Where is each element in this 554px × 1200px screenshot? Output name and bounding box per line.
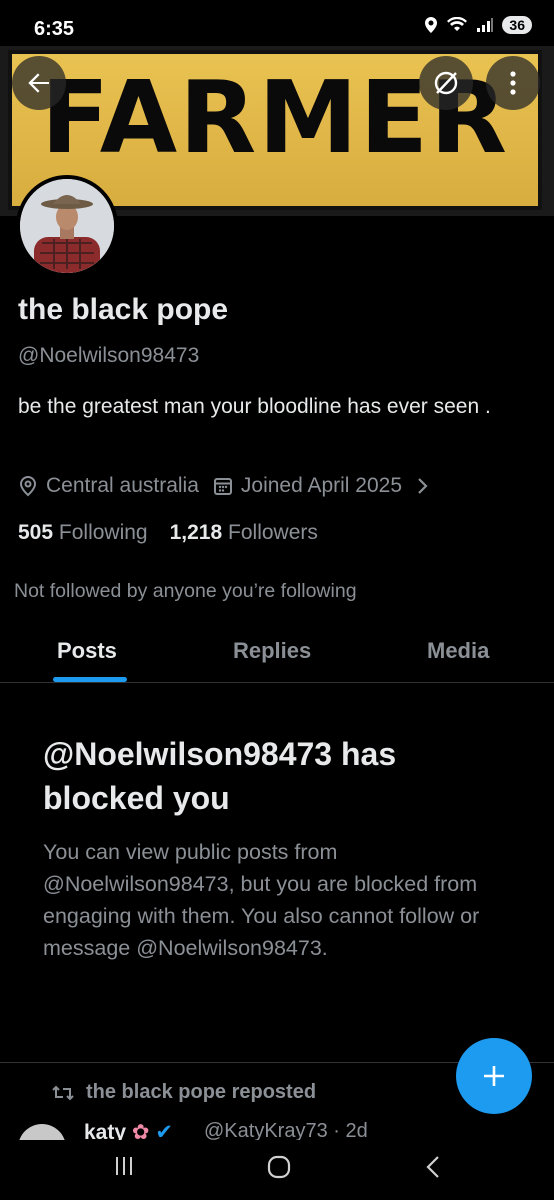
followers-link[interactable]: 1,218 Followers	[170, 521, 318, 545]
back-nav-icon[interactable]	[424, 1154, 442, 1180]
status-bar: 6:35 36	[0, 0, 554, 46]
wifi-icon	[447, 17, 468, 31]
flower-emoji-icon: ✿	[131, 1121, 150, 1140]
profile-handle: @Noelwilson98473	[18, 344, 200, 367]
profile-bio: be the greatest man your bloodline has e…	[18, 395, 491, 418]
tweet-author-name: katy ✿ ✔	[84, 1120, 173, 1140]
back-arrow-icon	[28, 73, 49, 93]
repost-text: the black pope reposted	[86, 1081, 317, 1103]
calendar-icon	[213, 478, 232, 495]
joined-text: Joined April 2025	[240, 474, 403, 497]
following-label: Following	[58, 521, 148, 544]
home-icon[interactable]	[266, 1154, 292, 1180]
location-text: Central australia	[46, 474, 199, 497]
more-vertical-icon	[510, 71, 516, 95]
tab-replies[interactable]: Replies	[233, 638, 311, 664]
mute-icon	[434, 71, 458, 95]
system-navigation-bar	[0, 1140, 554, 1200]
followers-label: Followers	[228, 521, 318, 544]
chevron-right-icon[interactable]	[416, 476, 430, 496]
profile-location: Central australia	[18, 474, 199, 498]
status-time: 6:35	[34, 18, 75, 40]
following-link[interactable]: 505 Following	[18, 521, 148, 545]
followers-count: 1,218	[169, 521, 223, 544]
tab-posts[interactable]: Posts	[57, 638, 117, 664]
not-followed-notice: Not followed by anyone you’re following	[14, 580, 357, 602]
tweet-author-name-text: katy	[84, 1121, 127, 1140]
selected-tab-indicator	[53, 677, 127, 682]
repost-icon	[52, 1085, 74, 1100]
profile-meta: Central australia Joined April 2025	[18, 474, 430, 498]
profile-display-name: the black pope	[18, 293, 229, 326]
blocked-description: You can view public posts from @Noelwils…	[43, 840, 480, 960]
verified-badge-icon: ✔	[155, 1121, 173, 1140]
avatar-photo	[20, 179, 114, 273]
more-options-button[interactable]	[486, 56, 540, 110]
recent-apps-icon[interactable]	[112, 1154, 136, 1178]
profile-tabs: Posts Replies Media	[0, 622, 554, 683]
compose-post-button[interactable]	[456, 1038, 532, 1114]
blocked-title: @Noelwilson98473 has blocked you	[43, 736, 397, 816]
profile-joined: Joined April 2025	[213, 474, 402, 498]
follow-stats: 505 Following 1,218 Followers	[18, 521, 318, 545]
profile-avatar[interactable]	[16, 175, 118, 277]
following-count: 505	[18, 521, 54, 544]
tweet-author-meta: @KatyKray73 · 2d	[204, 1120, 368, 1140]
battery-indicator: 36	[502, 16, 532, 34]
tweet-author-avatar[interactable]	[18, 1124, 66, 1140]
location-icon	[19, 475, 37, 497]
tweet-preview[interactable]: katy ✿ ✔ @KatyKray73 · 2d	[0, 1118, 554, 1140]
location-pin-icon	[425, 17, 438, 33]
status-icons: 36	[424, 16, 532, 34]
signal-icon	[477, 18, 494, 32]
tab-media[interactable]: Media	[427, 638, 489, 664]
plus-icon	[484, 1066, 504, 1086]
repost-indicator: the black pope reposted	[52, 1081, 316, 1104]
mute-button[interactable]	[419, 56, 473, 110]
back-button[interactable]	[12, 56, 66, 110]
